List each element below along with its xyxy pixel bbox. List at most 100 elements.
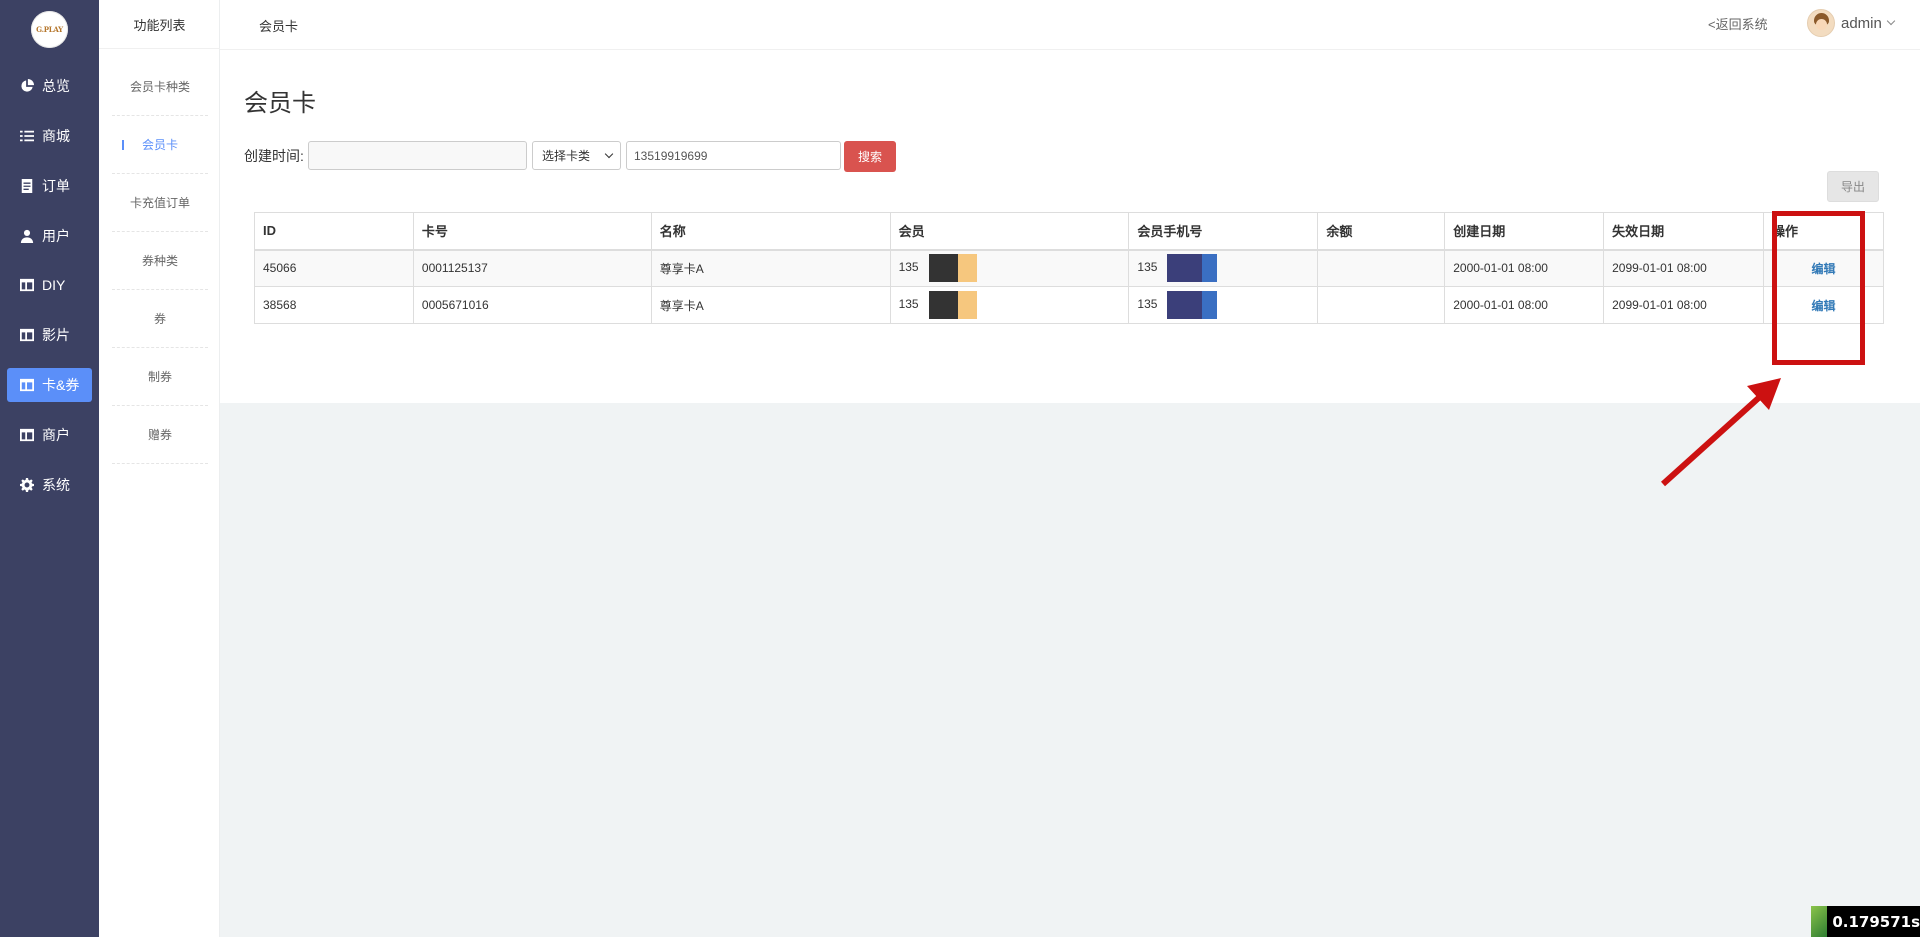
created-time-input[interactable] [308,141,527,170]
cell-balance [1317,249,1446,287]
sidebar-item-label: 商户 [42,427,70,443]
subnav-item-card-types[interactable]: 会员卡种类 [112,58,208,116]
page-title: 会员卡 [244,90,316,117]
layout-icon [20,328,34,342]
sidebar-item-merchants[interactable]: 商户 [7,418,92,452]
user-icon [20,229,34,243]
redaction-mark [1167,291,1218,319]
column-header: 余额 [1317,212,1446,251]
column-header: ID [254,212,414,251]
phone-value: 135 [1137,297,1158,312]
sidebar-item-system[interactable]: 系统 [7,468,92,502]
redaction-mark [1167,254,1218,283]
cell-phone: 135 [1128,286,1319,324]
cell-expires: 2099-01-01 08:00 [1603,249,1764,287]
function-list: 功能列表 会员卡种类 会员卡 卡充值订单 券种类 券 制券 赠券 [99,0,220,937]
cell-id: 45066 [254,249,414,287]
member-card-table: ID 卡号 名称 会员 会员手机号 余额 创建日期 失效日期 操作 45066 … [254,212,1884,324]
list-icon [20,129,34,143]
subnav-item-make-coupons[interactable]: 制券 [112,348,208,406]
chevron-down-icon [604,149,614,159]
sidebar-item-label: 系统 [42,477,70,493]
sidebar-item-label: 订单 [42,178,70,194]
cell-phone: 135 [1128,249,1319,287]
breadcrumb: 会员卡 [259,19,299,34]
sidebar-item-diy[interactable]: DIY [7,268,92,302]
subnav-item-gift-coupons[interactable]: 赠券 [112,406,208,464]
cell-id: 38568 [254,286,414,324]
edit-link[interactable]: 编辑 [1811,262,1835,276]
cell-created: 2000-01-01 08:00 [1444,286,1605,324]
phone-search-input[interactable] [626,141,841,170]
phone-value: 135 [1137,260,1158,275]
timing-text: 0.179571s [1832,912,1920,931]
app-logo[interactable]: G.PLAY [31,11,68,48]
column-header: 名称 [651,212,891,251]
cell-member: 135 [890,249,1130,287]
sidebar-item-overview[interactable]: 总览 [7,69,92,103]
subnav-item-member-cards[interactable]: 会员卡 [112,116,208,174]
sidebar-item-label: 用户 [42,228,70,244]
top-header: 会员卡 <返回系统 admin [220,0,1920,50]
card-type-select-value: 选择卡类 [542,149,591,163]
column-header: 操作 [1763,212,1884,251]
sidebar-item-label: 总览 [42,78,70,94]
member-value: 135 [898,260,919,275]
cell-card-no: 0001125137 [413,249,652,287]
timing-badge: 0.179571s [1811,906,1920,937]
sidebar-item-label: 卡&券 [42,377,80,393]
content-panel: 会员卡 创建时间: 选择卡类 搜索 导出 ID 卡号 名称 会员 会员手机号 余… [220,50,1920,403]
sidebar-item-orders[interactable]: 订单 [7,169,92,203]
subnav-item-coupon-types[interactable]: 券种类 [112,232,208,290]
cell-card-no: 0005671016 [413,286,652,324]
function-list-title: 功能列表 [99,0,220,49]
sidebar-item-label: 商城 [42,128,70,144]
document-icon [20,179,34,193]
cell-member: 135 [890,286,1130,324]
sidebar-item-shop[interactable]: 商城 [7,119,92,153]
cell-expires: 2099-01-01 08:00 [1603,286,1764,324]
layout-icon [20,378,34,392]
table-row: 45066 0001125137 尊享卡A 135 135 2000-01-01… [254,249,1884,287]
column-header: 失效日期 [1603,212,1764,251]
debug-logo-icon [1811,906,1828,937]
avatar [1807,9,1835,37]
back-to-system-link[interactable]: <返回系统 [1708,14,1768,33]
edit-link[interactable]: 编辑 [1811,299,1835,313]
sidebar-item-label: DIY [42,277,66,293]
column-header: 会员 [890,212,1130,251]
chevron-down-icon [1886,16,1896,26]
member-value: 135 [898,297,919,312]
cell-action: 编辑 [1763,286,1884,324]
user-menu[interactable]: admin [1807,9,1896,37]
cell-name: 尊享卡A [651,249,891,287]
created-time-label: 创建时间: [244,148,304,164]
table-header-row: ID 卡号 名称 会员 会员手机号 余额 创建日期 失效日期 操作 [254,212,1884,251]
sidebar-item-movies[interactable]: 影片 [7,318,92,352]
gear-icon [20,478,34,492]
user-name: admin [1841,14,1882,32]
redaction-mark [928,291,977,319]
cell-name: 尊享卡A [651,286,891,324]
layout-icon [20,428,34,442]
sidebar-item-users[interactable]: 用户 [7,219,92,253]
main-sidebar: G.PLAY 总览 商城 订单 用户 DIY 影片 卡&券 商户 系统 [0,0,99,937]
column-header: 卡号 [413,212,652,251]
cell-created: 2000-01-01 08:00 [1444,249,1605,287]
cell-action: 编辑 [1763,249,1884,287]
search-button[interactable]: 搜索 [844,141,896,172]
logo-text: G.PLAY [36,25,63,34]
pie-chart-icon [20,79,34,93]
redaction-mark [928,254,977,283]
column-header: 创建日期 [1444,212,1605,251]
cell-balance [1317,286,1446,324]
sidebar-item-cards-coupons[interactable]: 卡&券 [7,368,92,402]
layout-icon [20,278,34,292]
sidebar-item-label: 影片 [42,327,70,343]
subnav-item-recharge-orders[interactable]: 卡充值订单 [112,174,208,232]
column-header: 会员手机号 [1128,212,1319,251]
table-row: 38568 0005671016 尊享卡A 135 135 2000-01-01… [254,286,1884,324]
card-type-select[interactable]: 选择卡类 [532,141,621,170]
export-button[interactable]: 导出 [1827,171,1879,202]
subnav-item-coupons[interactable]: 券 [112,290,208,348]
